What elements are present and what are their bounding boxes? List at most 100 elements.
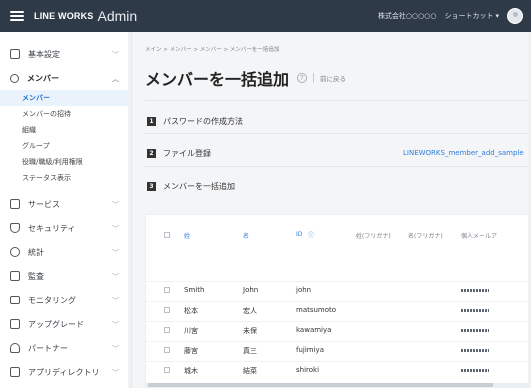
cell-id: shiroki xyxy=(296,366,320,374)
column-header[interactable]: 姓(フリガナ) xyxy=(356,231,391,240)
row-checkbox[interactable] xyxy=(164,367,170,373)
chevron-down-icon: ﹀ xyxy=(112,225,119,233)
help-icon[interactable]: ? xyxy=(297,73,308,83)
sidebar-item-app-directory[interactable]: アプリディレクトリ ﹀ xyxy=(0,360,131,384)
table-row[interactable]: 松本 宏人 matsumoto xyxy=(146,301,530,319)
sidebar-item-upgrade[interactable]: アップグレード ﹀ xyxy=(0,312,131,336)
page-title: メンバーを一括追加 xyxy=(145,72,290,89)
sidebar-item-label: パートナー xyxy=(28,343,68,353)
column-header[interactable]: 名(フリガナ) xyxy=(408,231,443,240)
top-bar: LINE WORKS Admin 株式会社○○○○○ ショートカット ▾ xyxy=(0,0,531,32)
sidebar-item-partner[interactable]: パートナー ﹀ xyxy=(0,336,131,360)
sidebar-scrollbar[interactable] xyxy=(128,32,131,388)
shield-icon xyxy=(10,223,20,233)
cell-id: fujimiya xyxy=(296,346,324,354)
table-row[interactable]: 川宮 未保 kawamiya xyxy=(146,321,530,339)
row-checkbox[interactable] xyxy=(164,287,170,293)
column-header[interactable]: 名 xyxy=(243,231,249,240)
cell-first-name: 未保 xyxy=(243,327,257,335)
section-divider xyxy=(145,100,531,101)
top-right-area: 株式会社○○○○○ ショートカット ▾ xyxy=(378,0,523,32)
chevron-up-icon: ︿ xyxy=(112,75,119,83)
sidebar-subitem-invite[interactable]: メンバーの招待 xyxy=(0,106,131,122)
hamburger-menu-icon[interactable] xyxy=(10,11,24,21)
step-number-1: 1 xyxy=(147,117,156,126)
sidebar-item-members[interactable]: メンバー ︿ xyxy=(0,66,131,90)
step-password-method[interactable]: 1 パスワードの作成方法 xyxy=(147,116,243,127)
apps-icon xyxy=(10,367,20,377)
company-name[interactable]: 株式会社○○○○○ xyxy=(378,11,437,21)
cell-last-name: 松本 xyxy=(184,307,198,315)
sidebar-item-security[interactable]: セキュリティ ﹀ xyxy=(0,216,131,240)
table-header: 姓 名 ID ⓘ 姓(フリガナ) 名(フリガナ) 個人メールア xyxy=(146,227,530,245)
cell-first-name: John xyxy=(243,286,259,294)
step-file-upload[interactable]: 2 ファイル登録 xyxy=(147,148,211,159)
avatar[interactable] xyxy=(507,8,523,24)
cell-email-masked xyxy=(461,309,489,312)
row-checkbox[interactable] xyxy=(164,327,170,333)
table-row[interactable]: 藤宮 真三 fujimiya xyxy=(146,341,530,359)
upgrade-icon xyxy=(10,319,20,329)
main-content: メイン > メンバー > メンバー > メンバーを一括追加 メンバーを一括追加 … xyxy=(133,32,531,388)
sidebar: 基本設定 ﹀ メンバー ︿ メンバー メンバーの招待 組織 グループ 役職/職級… xyxy=(0,32,132,388)
sidebar-item-monitoring[interactable]: モニタリング ﹀ xyxy=(0,288,131,312)
step-number-2: 2 xyxy=(147,149,156,158)
chevron-down-icon: ﹀ xyxy=(112,345,119,353)
cell-id: matsumoto xyxy=(296,306,337,314)
brand-name: LINE WORKS xyxy=(34,11,94,21)
row-checkbox[interactable] xyxy=(164,347,170,353)
sidebar-subitem-group[interactable]: グループ xyxy=(0,138,131,154)
cell-email-masked xyxy=(461,289,489,292)
cell-last-name: 川宮 xyxy=(184,327,198,335)
chevron-down-icon: ﹀ xyxy=(112,369,119,377)
gear-icon xyxy=(10,49,20,59)
sidebar-item-service[interactable]: サービス ﹀ xyxy=(0,192,131,216)
table-row[interactable]: 城木 結菜 shiroki xyxy=(146,361,530,379)
column-header[interactable]: ID xyxy=(296,231,302,238)
column-header[interactable]: 個人メールア xyxy=(461,231,497,240)
service-icon xyxy=(10,199,20,209)
chevron-down-icon: ﹀ xyxy=(112,201,119,209)
table-horizontal-scrollbar[interactable] xyxy=(146,383,530,387)
sidebar-item-label: モニタリング xyxy=(28,295,76,305)
monitor-icon xyxy=(10,296,20,304)
column-header[interactable]: 姓 xyxy=(184,231,190,240)
cell-email-masked xyxy=(461,369,489,372)
sidebar-item-label: 基本設定 xyxy=(28,49,60,59)
select-all-checkbox[interactable] xyxy=(164,232,170,238)
section-divider xyxy=(145,166,531,167)
chevron-down-icon: ﹀ xyxy=(112,51,119,59)
sidebar-item-statistics[interactable]: 統計 ﹀ xyxy=(0,240,131,264)
cell-id: john xyxy=(296,286,312,294)
table-row[interactable]: Smith John john xyxy=(146,281,530,299)
sidebar-item-label: セキュリティ xyxy=(28,223,76,233)
title-divider xyxy=(313,73,315,83)
sidebar-subitem-organization[interactable]: 組織 xyxy=(0,122,131,138)
shortcut-caret-icon[interactable]: ▾ xyxy=(495,12,499,20)
back-link[interactable]: 前に戻る xyxy=(320,73,346,83)
sidebar-top-spacer xyxy=(0,32,131,42)
clock-icon xyxy=(10,247,20,257)
step-bulk-add[interactable]: 3 メンバーを一括追加 xyxy=(147,181,235,192)
chevron-down-icon: ﹀ xyxy=(112,321,119,329)
sidebar-item-audit[interactable]: 監査 ﹀ xyxy=(0,264,131,288)
user-icon xyxy=(10,73,19,83)
audit-icon xyxy=(10,271,20,281)
cell-first-name: 宏人 xyxy=(243,307,257,315)
row-checkbox[interactable] xyxy=(164,307,170,313)
sidebar-subitem-members[interactable]: メンバー xyxy=(0,90,131,106)
chevron-down-icon: ﹀ xyxy=(112,273,119,281)
sidebar-subitem-roles[interactable]: 役職/職級/利用権限 xyxy=(0,154,131,170)
cell-first-name: 結菜 xyxy=(243,367,257,375)
cell-last-name: 藤宮 xyxy=(184,347,198,355)
sidebar-item-basic-settings[interactable]: 基本設定 ﹀ xyxy=(0,42,131,66)
sample-file-link[interactable]: LINEWORKS_member_add_sample xyxy=(403,149,524,157)
sidebar-subitem-status[interactable]: ステータス表示 xyxy=(0,170,131,186)
shortcut-menu[interactable]: ショートカット xyxy=(444,11,493,21)
cell-id: kawamiya xyxy=(296,326,332,334)
scrollbar-thumb[interactable] xyxy=(148,383,493,387)
id-help-icon[interactable]: ⓘ xyxy=(308,230,314,239)
page-title-row: メンバーを一括追加 ? 前に戻る xyxy=(145,66,346,90)
chevron-down-icon: ﹀ xyxy=(112,249,119,257)
breadcrumb: メイン > メンバー > メンバー > メンバーを一括追加 xyxy=(145,47,280,53)
